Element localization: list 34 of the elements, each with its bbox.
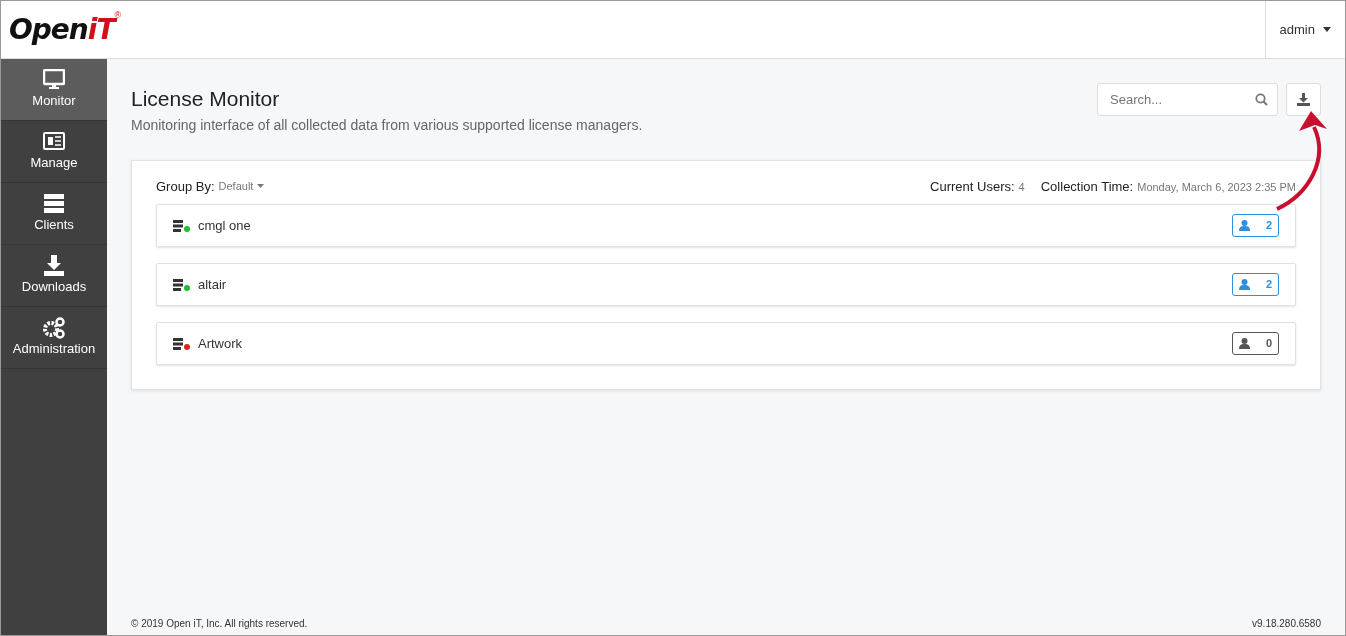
user-icon — [1238, 279, 1250, 290]
search-field[interactable]: Search... — [1097, 83, 1278, 116]
server-icon — [43, 192, 65, 215]
server-row[interactable]: Artwork 0 — [156, 322, 1296, 365]
current-users-value: 4 — [1018, 179, 1025, 195]
current-users-label: Current Users: — [930, 177, 1015, 196]
version-text: v9.18.280.6580 — [1252, 617, 1321, 631]
search-icon — [1255, 93, 1268, 106]
user-icon — [1238, 220, 1250, 231]
download-icon — [1297, 93, 1310, 106]
server-name: cmgl one — [198, 216, 251, 235]
gears-icon — [43, 316, 65, 339]
newspaper-icon — [43, 130, 65, 153]
caret-icon — [1323, 27, 1331, 32]
server-name: Artwork — [198, 334, 243, 353]
user-count-badge[interactable]: 0 — [1232, 332, 1279, 355]
server-name: altair — [198, 275, 227, 294]
user-menu[interactable]: admin — [1264, 1, 1345, 58]
page-title: License Monitor — [131, 86, 281, 112]
server-row[interactable]: cmgl one 2 — [156, 204, 1296, 247]
collection-time-label: Collection Time: — [1040, 177, 1134, 196]
logo-text: Open — [9, 11, 88, 48]
sidebar-item[interactable]: Monitor — [1, 59, 107, 121]
group-by-dropdown[interactable]: Group By: Default — [156, 176, 265, 196]
server-row[interactable]: altair 2 — [156, 263, 1296, 306]
download-button[interactable] — [1286, 83, 1321, 116]
logo-accent-text: iT — [87, 12, 115, 48]
user-icon — [1238, 338, 1250, 349]
page-subtitle: Monitoring interface of all collected data from various supported license managers. — [131, 115, 643, 135]
monitor-icon — [43, 68, 65, 91]
caret-icon — [257, 184, 265, 189]
collection-time-value: Monday, March 6, 2023 2:35 PM — [1137, 179, 1296, 195]
download-icon — [43, 254, 65, 277]
copyright-text: © 2019 Open iT, Inc. All rights reserved. — [131, 617, 308, 631]
